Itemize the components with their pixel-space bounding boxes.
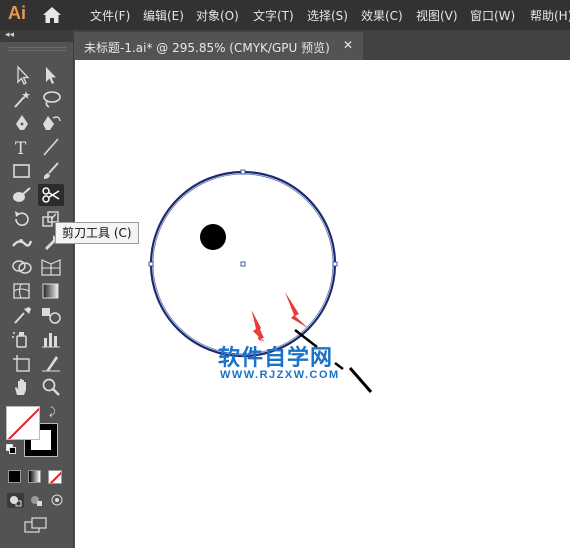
anchor-point-left[interactable] bbox=[148, 261, 154, 267]
draw-behind-button[interactable] bbox=[28, 493, 45, 508]
zoom-tool-icon[interactable] bbox=[38, 376, 64, 398]
home-icon[interactable] bbox=[42, 6, 62, 24]
menu-window[interactable]: 窗口(W) bbox=[470, 7, 515, 24]
close-tab-icon[interactable]: ✕ bbox=[343, 38, 353, 52]
menu-effect[interactable]: 效果(C) bbox=[361, 7, 403, 24]
panel-grip[interactable] bbox=[8, 47, 66, 51]
rotate-tool-icon[interactable] bbox=[9, 208, 35, 230]
artboard-tool-icon[interactable] bbox=[9, 352, 35, 374]
app-logo: Ai bbox=[8, 3, 26, 23]
tools-panel: ◂◂ T ⤸ bbox=[0, 30, 74, 548]
paintbrush-tool-icon[interactable] bbox=[38, 160, 64, 182]
draw-normal-button[interactable] bbox=[7, 493, 24, 508]
watermark-url: WWW.RJZXW.COM bbox=[220, 369, 340, 381]
lasso-tool-icon[interactable] bbox=[38, 88, 64, 110]
line-segment-tool-icon[interactable] bbox=[38, 136, 64, 158]
menu-view[interactable]: 视图(V) bbox=[416, 7, 458, 24]
menu-bar: Ai 文件(F) 编辑(E) 对象(O) 文字(T) 选择(S) 效果(C) 视… bbox=[0, 0, 570, 30]
pen-tool-icon[interactable] bbox=[9, 112, 35, 134]
screen-mode-icon[interactable] bbox=[23, 516, 49, 534]
selection-tool-icon[interactable] bbox=[9, 64, 35, 86]
scissors-tool-icon[interactable] bbox=[38, 184, 64, 206]
none-mode-button[interactable] bbox=[48, 470, 62, 484]
anchor-point-right[interactable] bbox=[332, 261, 338, 267]
red-arrow-right bbox=[285, 292, 308, 328]
direct-selection-tool-icon[interactable] bbox=[38, 64, 64, 86]
curvature-tool-icon[interactable] bbox=[38, 112, 64, 134]
menu-select[interactable]: 选择(S) bbox=[307, 7, 348, 24]
symbol-sprayer-tool-icon[interactable] bbox=[9, 328, 35, 350]
menu-file[interactable]: 文件(F) bbox=[90, 7, 130, 24]
panel-header: ◂◂ bbox=[0, 30, 74, 42]
svg-text:T: T bbox=[15, 139, 27, 158]
watermark-title: 软件自学网 bbox=[218, 346, 334, 371]
menu-object[interactable]: 对象(O) bbox=[196, 7, 239, 24]
artboard-canvas[interactable] bbox=[75, 60, 570, 548]
magic-wand-tool-icon[interactable] bbox=[9, 88, 35, 110]
perspective-grid-tool-icon[interactable] bbox=[38, 256, 64, 278]
color-mode-button[interactable] bbox=[8, 470, 21, 483]
anchor-point-top[interactable] bbox=[240, 169, 246, 175]
slice-tool-icon[interactable] bbox=[38, 352, 64, 374]
document-tab-bar: 未标题-1.ai* @ 295.85% (CMYK/GPU 预览) ✕ bbox=[75, 30, 570, 60]
blend-tool-icon[interactable] bbox=[38, 304, 64, 326]
menu-type[interactable]: 文字(T) bbox=[253, 7, 294, 24]
width-tool-icon[interactable] bbox=[9, 232, 35, 254]
tool-tooltip: 剪刀工具 (C) bbox=[55, 222, 139, 244]
document-tab-title: 未标题-1.ai* @ 295.85% (CMYK/GPU 预览) bbox=[84, 41, 330, 55]
draw-inside-button[interactable] bbox=[49, 493, 66, 508]
gradient-tool-icon[interactable] bbox=[38, 280, 64, 302]
collapse-panel-icon[interactable]: ◂◂ bbox=[5, 30, 14, 40]
swap-fill-stroke-icon[interactable]: ⤸ bbox=[49, 405, 56, 419]
menu-edit[interactable]: 编辑(E) bbox=[143, 7, 184, 24]
mesh-tool-icon[interactable] bbox=[9, 280, 35, 302]
black-dot-shape[interactable] bbox=[200, 224, 226, 250]
menu-help[interactable]: 帮助(H) bbox=[530, 7, 570, 24]
shape-builder-tool-icon[interactable] bbox=[9, 256, 35, 278]
type-tool-icon[interactable]: T bbox=[9, 136, 35, 158]
default-colors-icon[interactable] bbox=[6, 444, 16, 454]
center-point bbox=[240, 261, 246, 267]
blob-brush-tool-icon[interactable] bbox=[9, 184, 35, 206]
document-tab[interactable]: 未标题-1.ai* @ 295.85% (CMYK/GPU 预览) ✕ bbox=[75, 32, 363, 60]
gradient-mode-button[interactable] bbox=[28, 470, 41, 483]
fill-color-swatch[interactable] bbox=[6, 406, 40, 440]
rectangle-tool-icon[interactable] bbox=[9, 160, 35, 182]
eyedropper-tool-icon[interactable] bbox=[9, 304, 35, 326]
column-graph-tool-icon[interactable] bbox=[38, 328, 64, 350]
hand-tool-icon[interactable] bbox=[9, 376, 35, 398]
